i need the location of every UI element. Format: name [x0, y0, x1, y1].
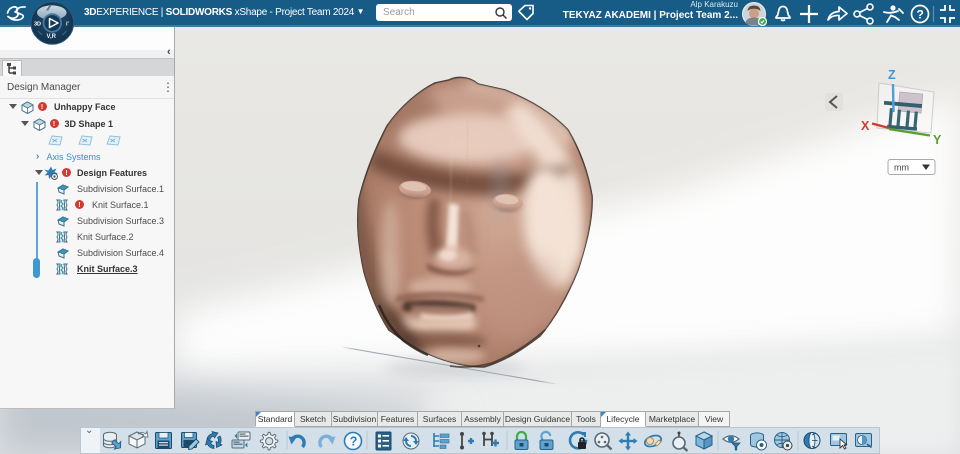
svg-text:?: ?: [917, 8, 924, 22]
svg-text:mm: mm: [894, 163, 909, 173]
svg-text:V,R: V,R: [47, 34, 57, 40]
svg-text:3D: 3D: [34, 22, 41, 28]
svg-text:Y: Y: [933, 133, 942, 147]
svg-text:?: ?: [350, 435, 358, 449]
svg-text:X: X: [861, 119, 870, 133]
svg-text:Z: Z: [888, 68, 896, 82]
